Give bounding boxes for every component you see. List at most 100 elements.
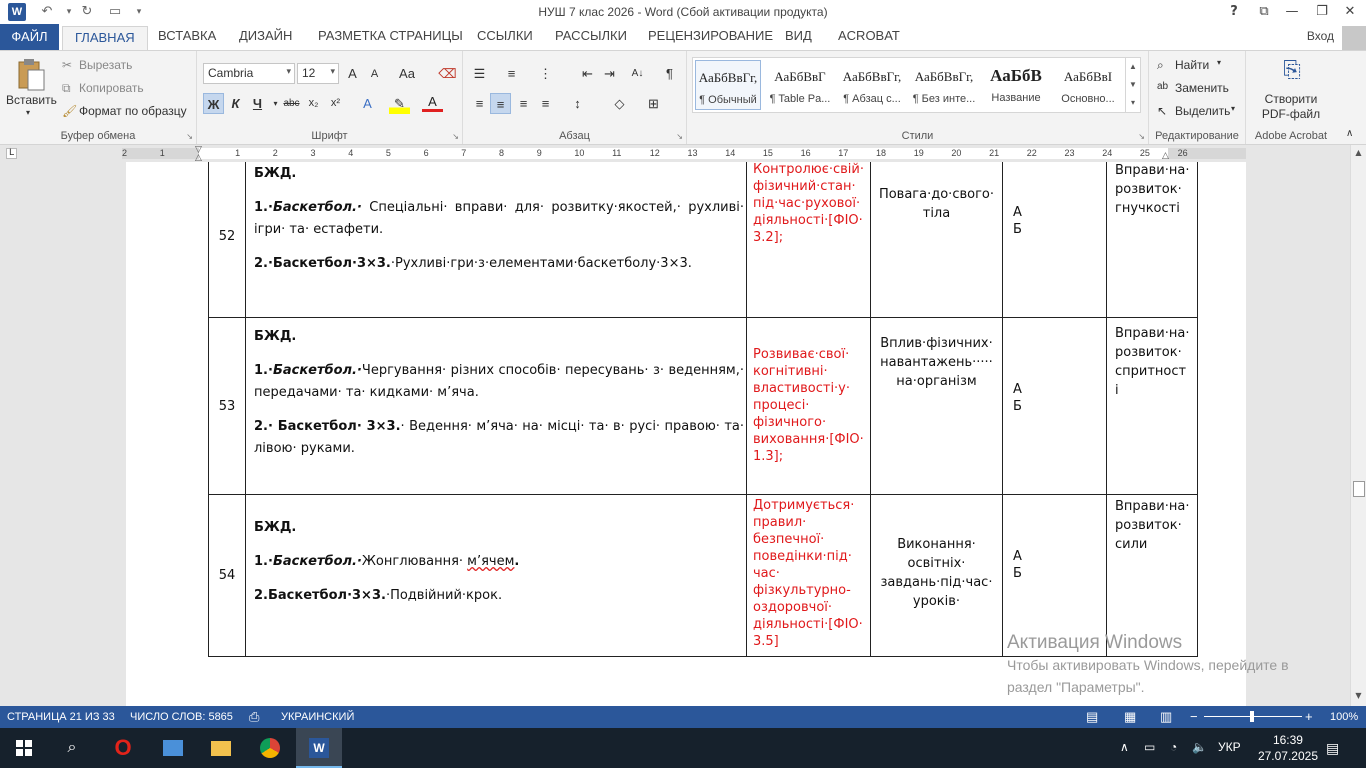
- shading-icon[interactable]: ◇: [609, 93, 630, 114]
- battery-icon[interactable]: ▭: [1144, 740, 1155, 754]
- tab-selector-icon[interactable]: L: [6, 148, 17, 159]
- style-normal[interactable]: АаБбВвГг, ¶ Обычный: [695, 60, 761, 110]
- ribbon-display-icon[interactable]: ⧉: [1250, 0, 1278, 24]
- right-indent-icon[interactable]: △: [1162, 151, 1169, 161]
- tab-mailings[interactable]: РАССЫЛКИ: [555, 28, 627, 43]
- grow-font-button[interactable]: A: [342, 63, 363, 84]
- clipboard-launcher-icon[interactable]: ↘: [186, 132, 193, 141]
- tab-view[interactable]: ВИД: [785, 28, 812, 43]
- zoom-out-button[interactable]: −: [1190, 709, 1198, 724]
- minimize-icon[interactable]: —: [1278, 0, 1306, 24]
- clock[interactable]: 16:39 27.07.2025: [1258, 732, 1318, 764]
- select-button[interactable]: Выделить: [1175, 104, 1230, 118]
- copy-icon[interactable]: ⧉: [62, 81, 71, 96]
- close-icon[interactable]: ✕: [1336, 0, 1364, 24]
- search-icon[interactable]: ⌕: [48, 728, 96, 768]
- tab-home[interactable]: ГЛАВНАЯ: [62, 26, 148, 50]
- highlight-icon[interactable]: ✎: [389, 93, 410, 114]
- copy-button[interactable]: Копировать: [79, 81, 144, 95]
- cut-icon[interactable]: ✂: [62, 58, 72, 72]
- action-center-icon[interactable]: ▤: [1326, 740, 1339, 757]
- format-painter-button[interactable]: Формат по образцу: [79, 104, 187, 118]
- cut-button[interactable]: Вырезать: [79, 58, 132, 72]
- subscript-button[interactable]: x₂: [303, 93, 324, 114]
- vertical-scrollbar[interactable]: ▲ ▼: [1350, 145, 1366, 706]
- mark-cell[interactable]: АБ: [1001, 317, 1107, 495]
- find-dropdown-icon[interactable]: ▾: [1217, 58, 1221, 67]
- create-pdf-icon[interactable]: ⎘: [1278, 57, 1306, 87]
- style-body[interactable]: АаБбВвІ Основно...: [1055, 60, 1121, 110]
- lesson-content[interactable]: БЖД. 1.·Баскетбол.· Спеціальні· вправи· …: [245, 162, 747, 318]
- sort-icon[interactable]: A↓: [627, 63, 648, 84]
- scroll-up-icon[interactable]: ▲: [1353, 148, 1364, 159]
- page-count[interactable]: СТРАНИЦА 21 ИЗ 33: [7, 711, 115, 723]
- paste-icon[interactable]: [14, 57, 48, 95]
- font-launcher-icon[interactable]: ↘: [452, 132, 459, 141]
- line-spacing-icon[interactable]: ↕: [567, 93, 588, 114]
- tray-chevron-icon[interactable]: ∧: [1120, 740, 1129, 754]
- wifi-icon[interactable]: ◔: [1170, 740, 1177, 754]
- scroll-up-icon[interactable]: ▲: [1126, 58, 1140, 76]
- zoom-slider-thumb[interactable]: [1250, 711, 1254, 722]
- proofing-icon[interactable]: ⎙: [249, 709, 259, 725]
- style-table-paragraph[interactable]: АаБбВвГ ¶ Table Pa...: [767, 60, 833, 110]
- zoom-in-button[interactable]: +: [1305, 709, 1313, 724]
- format-painter-icon[interactable]: 🖌: [62, 104, 77, 118]
- style-list-paragraph[interactable]: АаБбВвГг, ¶ Абзац с...: [839, 60, 905, 110]
- read-mode-icon[interactable]: ▤: [1086, 709, 1098, 725]
- strikethrough-button[interactable]: abc: [281, 93, 302, 114]
- create-pdf-button[interactable]: Створити: [1246, 92, 1336, 106]
- word-icon[interactable]: W: [296, 728, 342, 768]
- exercise-cell[interactable]: Вправи·на· розвиток· спритност і: [1105, 317, 1199, 495]
- font-name-combo[interactable]: Cambria ▾: [203, 63, 295, 84]
- learning-outcome[interactable]: Дотримується· правил· безпечної· поведін…: [746, 494, 871, 657]
- tab-file[interactable]: ФАЙЛ: [0, 24, 59, 50]
- superscript-button[interactable]: x²: [325, 93, 346, 114]
- tab-design[interactable]: ДИЗАЙН: [239, 28, 292, 43]
- horizontal-ruler[interactable]: L 2 1 1 2 3 4 5 6 7 8 9 10 11 12 13 14 15 16 17 18 19 20 21 22 2…: [0, 145, 1366, 163]
- multilevel-list-icon[interactable]: ⋮: [535, 63, 556, 84]
- clear-formatting-icon[interactable]: ⌫: [437, 63, 458, 84]
- increase-indent-icon[interactable]: ⇥: [599, 63, 620, 84]
- tab-layout[interactable]: РАЗМЕТКА СТРАНИЦЫ: [318, 28, 463, 43]
- zoom-level[interactable]: 100%: [1330, 711, 1358, 723]
- explorer-icon[interactable]: [198, 728, 244, 768]
- tab-acrobat[interactable]: ACROBAT: [838, 28, 900, 43]
- more-styles-icon[interactable]: ▾: [1126, 94, 1140, 112]
- help-button[interactable]: ?: [1220, 0, 1248, 24]
- lesson-content[interactable]: БЖД. 1.·Баскетбол.·Чергування· різних сп…: [245, 317, 747, 495]
- language-indicator[interactable]: УКРАИНСКИЙ: [281, 711, 354, 723]
- numbering-icon[interactable]: ≡: [501, 63, 522, 84]
- italic-button[interactable]: К: [225, 93, 246, 114]
- avatar[interactable]: [1342, 26, 1366, 50]
- decrease-indent-icon[interactable]: ⇤: [577, 63, 598, 84]
- align-left-icon[interactable]: ≡: [469, 93, 490, 114]
- word-count[interactable]: ЧИСЛО СЛОВ: 5865: [130, 711, 233, 723]
- lesson-content[interactable]: БЖД. 1.·Баскетбол.·Жонглювання· м’ячем. …: [245, 494, 747, 657]
- tab-references[interactable]: ССЫЛКИ: [477, 28, 533, 43]
- justify-icon[interactable]: ≡: [535, 93, 556, 114]
- scroll-thumb[interactable]: [1353, 481, 1365, 497]
- styles-gallery-scroll[interactable]: ▲ ▼ ▾: [1125, 58, 1140, 112]
- collapse-ribbon-icon[interactable]: ∧: [1346, 128, 1353, 139]
- exercise-cell[interactable]: Вправи·на· розвиток· гнучкості: [1105, 162, 1199, 318]
- learning-outcome[interactable]: Розвиває·свої· когнітивні· властивості·у…: [746, 317, 871, 495]
- learning-outcome[interactable]: Контролює·свій· фізичний·стан· під·час·р…: [746, 162, 871, 318]
- font-color-icon[interactable]: A: [422, 93, 443, 112]
- select-icon[interactable]: ↖: [1157, 104, 1167, 118]
- scroll-down-icon[interactable]: ▼: [1126, 76, 1140, 94]
- restore-icon[interactable]: ❐: [1308, 0, 1336, 24]
- opera-icon[interactable]: O: [100, 728, 146, 768]
- tab-insert[interactable]: ВСТАВКА: [158, 28, 216, 43]
- show-formatting-button[interactable]: ¶: [659, 63, 680, 84]
- paste-button[interactable]: Вставить: [6, 93, 57, 107]
- select-dropdown-icon[interactable]: ▾: [1231, 104, 1235, 113]
- paragraph-launcher-icon[interactable]: ↘: [676, 132, 683, 141]
- borders-icon[interactable]: ⊞: [643, 93, 664, 114]
- style-title[interactable]: АаБбВ Название: [983, 60, 1049, 110]
- bullets-icon[interactable]: ☰: [469, 63, 490, 84]
- value-cell[interactable]: Повага·до·свого· тіла: [869, 162, 1003, 318]
- styles-launcher-icon[interactable]: ↘: [1138, 132, 1145, 141]
- mark-cell[interactable]: АБ: [1001, 162, 1107, 318]
- volume-icon[interactable]: 🔈: [1192, 740, 1207, 754]
